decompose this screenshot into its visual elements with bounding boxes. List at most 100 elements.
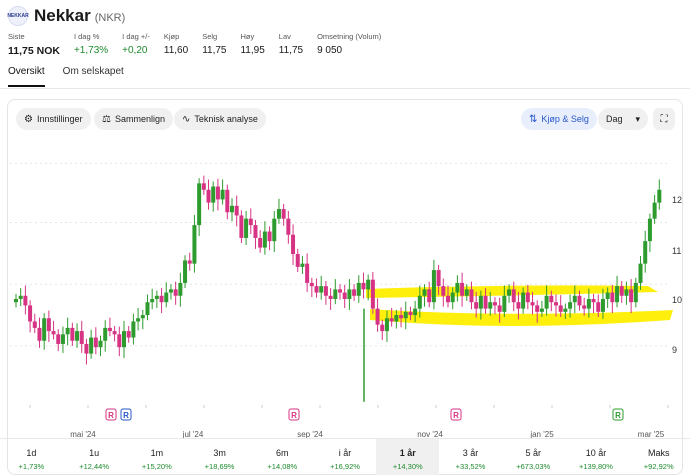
fullscreen-icon[interactable]: ⛶ [653,108,675,130]
technical-analysis-button[interactable]: ∿ Teknisk analyse [174,108,266,130]
period-option[interactable]: 6m +14,08% [251,439,314,475]
candle-body [197,183,202,226]
period-option[interactable]: 5 år +673,03% [502,439,565,475]
candle-body [122,331,126,348]
candle-body [474,302,479,309]
candle-body [225,189,230,213]
period-option[interactable]: 3 år +33,52% [439,439,502,475]
stat-value: 11,95 [240,45,265,56]
stat-label: Lav [278,32,291,41]
chart-toolbar: ⚙ Innstillinger ⚖ Sammenlign ∿ Teknisk a… [16,108,675,130]
candle-body [323,286,328,296]
candle-body [530,302,535,306]
candle-body [563,308,568,312]
event-marker[interactable]: R [612,408,624,421]
tab-bar: Oversikt Om selskapet [8,66,142,87]
gear-icon: ⚙ [24,113,33,125]
period-option[interactable]: 1d +1,73% [0,439,63,475]
candle-body [103,327,108,341]
candle-body [230,205,234,213]
candle-body [107,327,112,332]
event-marker[interactable]: R [120,408,132,421]
tab-oversikt[interactable]: Oversikt [8,66,45,87]
stat-item: Siste 11,75 NOK [8,32,60,57]
period-change: +18,69% [204,462,235,471]
candle-body [183,260,188,283]
candle-body [126,331,131,338]
period-option[interactable]: 10 år +139,80% [565,439,628,475]
period-label: 3 år [462,448,479,458]
candle-body [370,279,375,309]
period-option[interactable]: 1m +15,20% [125,439,188,475]
candle-body [276,209,281,219]
candle-body [403,311,408,319]
candle-body [291,234,296,255]
candle-body [408,311,413,316]
candle-body [446,295,450,303]
candle-body [234,205,239,216]
settings-button[interactable]: ⚙ Innstillinger [16,108,91,130]
candle-body [32,321,37,328]
event-marker[interactable]: R [288,408,300,421]
price-chart[interactable]: 1211109R R R R Rmai '24 jul '24 sep '24 nov '24… [8,100,683,475]
candle-body [657,189,662,203]
interval-select[interactable]: Dag ▾ [598,108,648,130]
tab-om-selskapet[interactable]: Om selskapet [63,66,124,87]
period-change: +673,03% [516,462,551,471]
candle-body [586,298,591,309]
period-option[interactable]: i år +16,92% [314,439,377,475]
event-marker[interactable]: R [105,408,117,421]
candle-body [253,225,258,238]
candle-body [23,295,28,306]
candle-body [201,183,206,190]
buy-sell-label: Kjøp & Selg [541,114,589,124]
chevron-down-icon: ▾ [635,113,640,124]
candle-body [483,295,488,309]
candle-body [558,305,563,312]
candle-body [596,302,601,312]
compare-button[interactable]: ⚖ Sammenlign [94,108,173,130]
chart-card: 12 11 10 9 R R R R Rmai '24 jul '24 sep '24 nov '24… [7,99,683,475]
candle-body [84,343,89,354]
candle-body [455,282,460,293]
stat-item: I dag +/- +0,20 [122,32,150,57]
candle-body [272,218,277,242]
candle-body [286,218,291,235]
candle-body [159,295,164,303]
candle-body [42,318,47,341]
stat-value: 11,75 [202,45,227,56]
candle-body [539,308,544,312]
buy-sell-button[interactable]: ⇅ Kjøp & Selg [521,108,597,130]
candle-body [647,218,652,242]
candle-body [577,295,582,306]
candle-body [46,318,51,332]
candle-body [262,231,267,248]
candle-body [206,189,211,203]
stat-value: 11,60 [163,45,189,56]
candle-body [516,302,521,309]
candle-body [70,327,75,341]
candle-body [295,254,300,267]
swap-arrows-icon: ⇅ [529,113,538,125]
candle-body [384,318,389,332]
event-marker-label: R [453,411,459,420]
candle-body [192,225,197,264]
period-option[interactable]: 1 år +14,30% [376,439,440,475]
candle-body [431,270,436,303]
period-option[interactable]: 3m +18,69% [188,439,251,475]
period-label: 3m [213,448,226,458]
candle-body [417,295,422,309]
y-tick-label: 11 [672,246,681,256]
period-option[interactable]: Maks +92,92% [627,439,690,475]
candle-body [600,298,605,312]
tabs-divider [0,88,690,89]
compare-label: Sammenlign [114,114,165,124]
candle-body [248,218,253,226]
stat-value: 11,75 NOK [8,45,60,57]
candle-body [511,289,516,303]
event-marker[interactable]: R [450,408,462,421]
candle-body [413,308,418,316]
period-option[interactable]: 1u +12,44% [63,439,126,475]
y-tick-label: 10 [672,295,682,305]
stat-label: Siste [8,32,25,41]
